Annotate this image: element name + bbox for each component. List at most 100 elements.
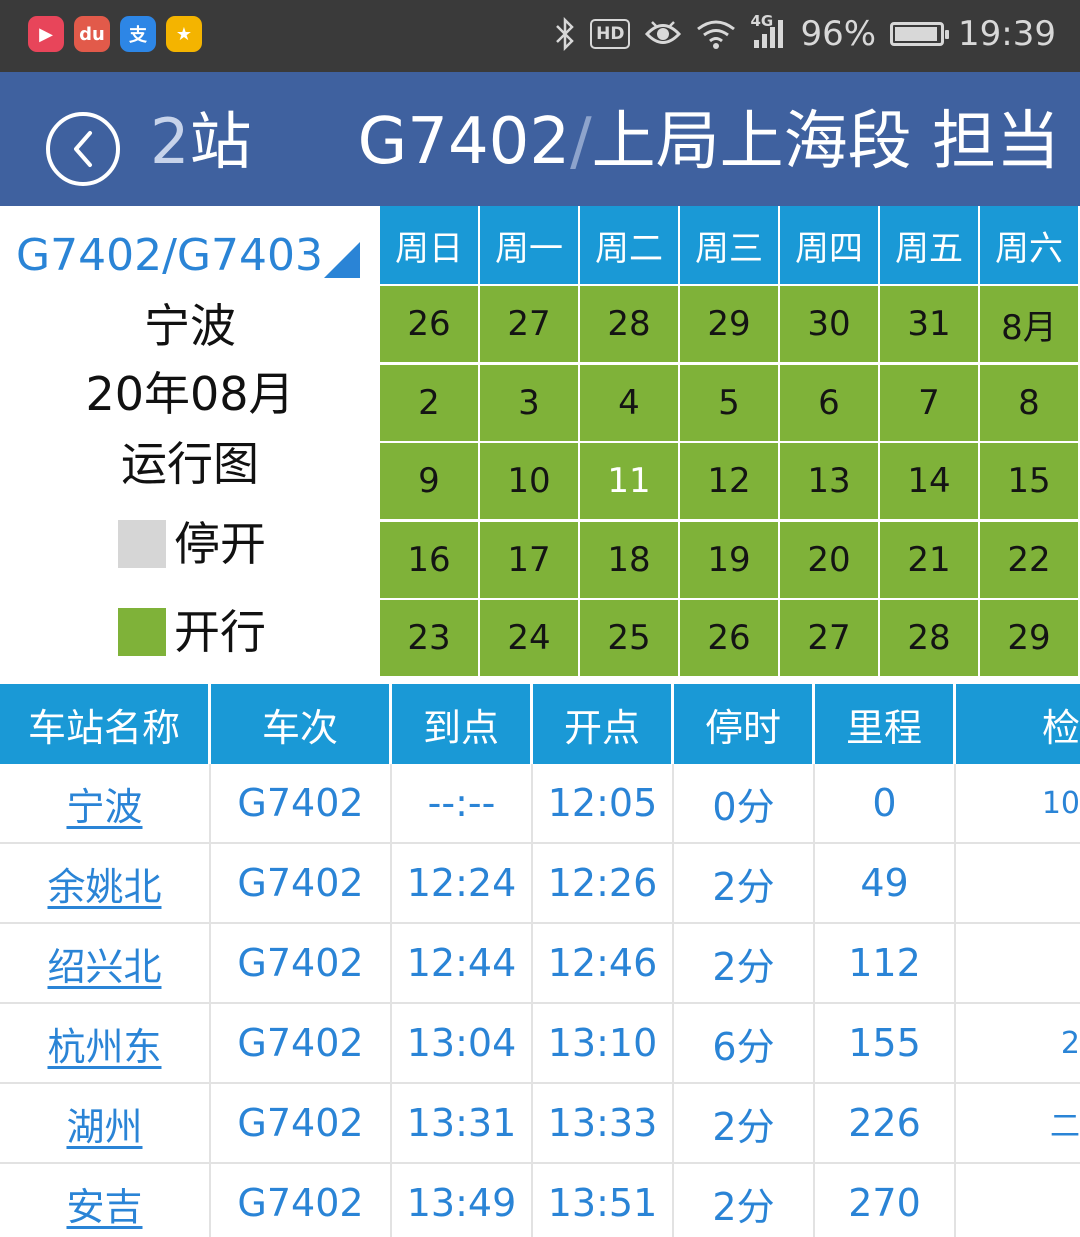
- cell-distance: 226: [815, 1084, 956, 1162]
- cell-arrive: 13:04: [392, 1004, 533, 1082]
- calendar-day[interactable]: 7: [880, 362, 980, 441]
- calendar-day[interactable]: 11: [580, 441, 680, 519]
- calendar-day[interactable]: 9: [380, 441, 480, 519]
- weekday-header: 周一: [480, 206, 580, 284]
- month-label: 20年08月: [85, 367, 295, 421]
- calendar-day[interactable]: 6: [780, 362, 880, 441]
- calendar-day[interactable]: 3: [480, 362, 580, 441]
- calendar-day[interactable]: 26: [680, 598, 780, 676]
- signal-icon: 4G: [750, 12, 786, 50]
- calendar-day[interactable]: 30: [780, 284, 880, 362]
- cell-train: G7402: [211, 1164, 392, 1237]
- calendar-day[interactable]: 12: [680, 441, 780, 519]
- cell-arrive: 12:44: [392, 924, 533, 1002]
- calendar-day[interactable]: 29: [680, 284, 780, 362]
- cell-arrive: 12:24: [392, 844, 533, 922]
- weekday-header: 周二: [580, 206, 680, 284]
- weekday-header: 周日: [380, 206, 480, 284]
- train-number-selector[interactable]: G7402/G7403: [16, 230, 323, 282]
- calendar-day[interactable]: 28: [580, 284, 680, 362]
- calendar-day[interactable]: 14: [880, 441, 980, 519]
- cell-station: 湖州: [0, 1084, 211, 1162]
- station-link[interactable]: 安吉: [66, 1176, 142, 1231]
- weekday-header: 周三: [680, 206, 780, 284]
- calendar-day[interactable]: 5: [680, 362, 780, 441]
- origin-station: 宁波: [144, 299, 236, 353]
- cell-distance: 49: [815, 844, 956, 922]
- wifi-icon: [696, 19, 736, 49]
- cell-gate: 二: [1050, 1109, 1080, 1144]
- calendar-day[interactable]: 10: [480, 441, 580, 519]
- station-link[interactable]: 绍兴北: [47, 936, 161, 991]
- cell-station: 绍兴北: [0, 924, 211, 1002]
- calendar-day[interactable]: 16: [380, 519, 480, 598]
- page-title: G7402/上局上海段 担当: [357, 105, 1060, 179]
- calendar-day[interactable]: 23: [380, 598, 480, 676]
- battery-icon: [890, 22, 950, 46]
- cell-gate: 2: [1060, 1025, 1080, 1061]
- star-app-icon: ★: [166, 16, 202, 52]
- eye-comfort-icon: [644, 19, 682, 49]
- calendar-day[interactable]: 27: [480, 284, 580, 362]
- calendar-day[interactable]: 20: [780, 519, 880, 598]
- calendar-day[interactable]: 26: [380, 284, 480, 362]
- dropdown-triangle-icon[interactable]: [322, 240, 362, 280]
- cell-depart: 12:26: [533, 844, 674, 922]
- cell-distance: 155: [815, 1004, 956, 1082]
- calendar-day[interactable]: 8月: [980, 284, 1080, 362]
- cell-arrive: --:--: [392, 764, 533, 842]
- calendar-day[interactable]: 4: [580, 362, 680, 441]
- cell-train: G7402: [211, 1004, 392, 1082]
- cell-stop: 2分: [674, 1084, 815, 1162]
- weekday-header: 周五: [880, 206, 980, 284]
- cell-distance: 270: [815, 1164, 956, 1237]
- table-row: 宁波 G7402 --:-- 12:05 0分 0 10: [0, 764, 1080, 844]
- video-app-icon: ▶: [28, 16, 64, 52]
- calendar-day[interactable]: 27: [780, 598, 880, 676]
- column-header: 车次: [211, 684, 392, 764]
- clock: 19:39: [958, 14, 1056, 54]
- calendar-day[interactable]: 15: [980, 441, 1080, 519]
- calendar-day[interactable]: 8: [980, 362, 1080, 441]
- cell-station: 宁波: [0, 764, 211, 842]
- calendar-day[interactable]: 31: [880, 284, 980, 362]
- calendar-day[interactable]: 18: [580, 519, 680, 598]
- weekday-header: 周六: [980, 206, 1080, 284]
- battery-percent: 96%: [800, 14, 877, 54]
- station-link[interactable]: 杭州东: [47, 1016, 161, 1071]
- station-link[interactable]: 湖州: [66, 1096, 142, 1151]
- notification-icons: ▶ du 支 ★: [28, 16, 202, 52]
- cell-stop: 6分: [674, 1004, 815, 1082]
- station-link[interactable]: 宁波: [66, 776, 142, 831]
- calendar-day[interactable]: 21: [880, 519, 980, 598]
- column-header: 到点: [392, 684, 533, 764]
- calendar-day[interactable]: 17: [480, 519, 580, 598]
- cell-depart: 12:46: [533, 924, 674, 1002]
- back-button[interactable]: [46, 112, 120, 186]
- cell-train: G7402: [211, 764, 392, 842]
- calendar-day[interactable]: 24: [480, 598, 580, 676]
- station-link[interactable]: 余姚北: [47, 856, 161, 911]
- cell-distance: 112: [815, 924, 956, 1002]
- stop-count: 2站: [150, 105, 252, 178]
- calendar-day[interactable]: 19: [680, 519, 780, 598]
- cell-stop: 2分: [674, 844, 815, 922]
- chevron-left-icon: [74, 131, 92, 167]
- calendar-day[interactable]: 13: [780, 441, 880, 519]
- cell-train: G7402: [211, 1084, 392, 1162]
- cell-stop: 2分: [674, 1164, 815, 1237]
- cell-station: 安吉: [0, 1164, 211, 1237]
- calendar-day[interactable]: 2: [380, 362, 480, 441]
- cell-depart: 13:51: [533, 1164, 674, 1237]
- cell-train: G7402: [211, 844, 392, 922]
- table-row: 安吉 G7402 13:49 13:51 2分 270: [0, 1164, 1080, 1237]
- alipay-app-icon: 支: [120, 16, 156, 52]
- cell-arrive: 13:49: [392, 1164, 533, 1237]
- cell-train: G7402: [211, 924, 392, 1002]
- column-header: 停时: [674, 684, 815, 764]
- calendar-day[interactable]: 29: [980, 598, 1080, 676]
- calendar-day[interactable]: 22: [980, 519, 1080, 598]
- calendar-day[interactable]: 28: [880, 598, 980, 676]
- cell-stop: 0分: [674, 764, 815, 842]
- calendar-day[interactable]: 25: [580, 598, 680, 676]
